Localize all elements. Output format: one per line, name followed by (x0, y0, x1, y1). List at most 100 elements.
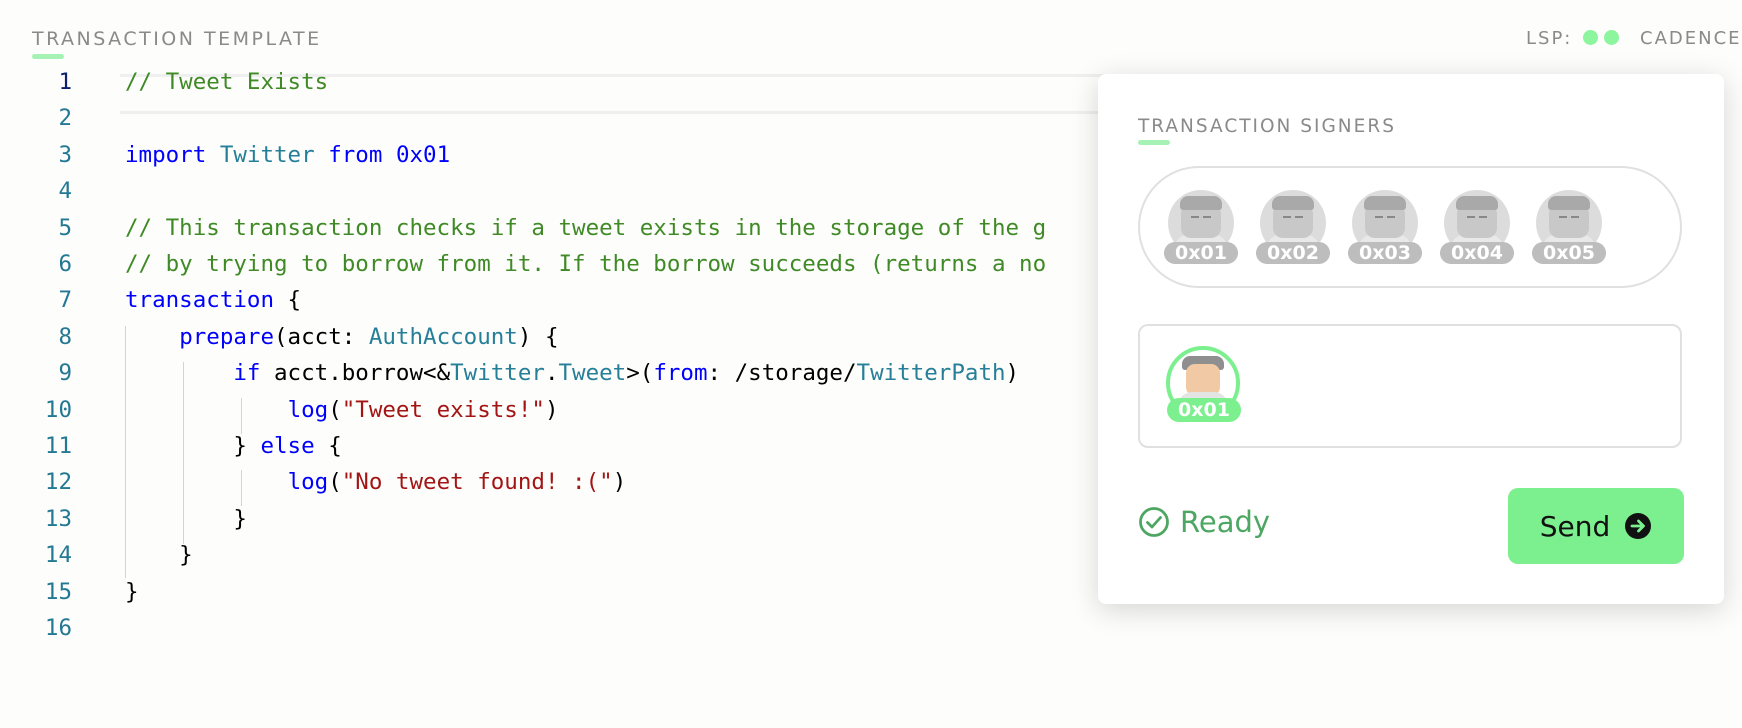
line-number: 11 (44, 433, 72, 459)
avatar-hair (1364, 196, 1406, 210)
code-token: ) (612, 469, 627, 496)
code-token: Tweet (558, 360, 627, 387)
code-token: if (233, 360, 261, 387)
code-content: // by trying to borrow from it. If the b… (125, 246, 1046, 282)
avatar-eye (1387, 216, 1395, 218)
code-token: } (125, 542, 193, 569)
avatar-eye (1559, 216, 1567, 218)
code-token: TwitterPath (856, 360, 1006, 387)
check-circle-icon (1139, 507, 1169, 537)
code-token: // This transaction checks if a tweet ex… (125, 214, 1047, 241)
transaction-signers-panel: TRANSACTION SIGNERS 0x01 0x02 0x03 0x04 0x05… (1098, 74, 1724, 604)
code-token: AuthAccount (368, 323, 518, 350)
code-token: transaction (125, 287, 275, 314)
code-token: from (653, 360, 708, 387)
code-content: // This transaction checks if a tweet ex… (125, 210, 1046, 246)
code-content: prepare(acct: AuthAccount) { (125, 319, 559, 355)
signer-account-3[interactable]: 0x03 (1348, 190, 1422, 266)
selected-signer-avatar[interactable]: 0x01 (1164, 346, 1244, 430)
code-token: } (125, 578, 139, 605)
code-token: { (274, 287, 302, 314)
lsp-status-dot (1583, 30, 1598, 45)
avatar-hair (1272, 196, 1314, 210)
code-content: log("No tweet found! :(") (125, 464, 627, 500)
panel-title-underline (1138, 140, 1170, 145)
selected-signers-box[interactable]: 0x01 (1138, 324, 1682, 448)
code-content: } else { (125, 428, 342, 464)
line-number: 7 (58, 287, 72, 314)
signer-account-2[interactable]: 0x02 (1256, 190, 1330, 266)
code-token: ( (328, 469, 342, 496)
avatar-hair (1180, 196, 1222, 210)
code-token: "No tweet found! :(" (341, 469, 613, 496)
line-number: 6 (58, 251, 72, 277)
line-number: 3 (58, 141, 72, 168)
code-token: Twitter (219, 141, 315, 168)
signer-account-label: 0x04 (1440, 242, 1514, 264)
avatar-eye (1203, 216, 1211, 218)
code-token: "Tweet exists!" (341, 396, 545, 423)
code-token: log (287, 469, 329, 496)
code-content: } (125, 574, 139, 610)
code-token: Twitter (450, 360, 545, 387)
code-content: transaction { (125, 282, 301, 318)
lsp-status-dot (1604, 30, 1619, 45)
avatar-hair (1548, 196, 1590, 210)
code-content: // Tweet Exists (125, 64, 328, 100)
arrow-right-circle-icon (1625, 513, 1652, 539)
avatar-eye (1467, 216, 1475, 218)
code-token: log (287, 396, 329, 423)
line-number: 8 (58, 323, 72, 350)
code-token: ) { (517, 323, 559, 350)
code-token: import (125, 141, 207, 168)
code-token: // by trying to borrow from it. If the b… (125, 251, 1047, 277)
signer-account-5[interactable]: 0x05 (1532, 190, 1606, 266)
selected-signer-label: 0x01 (1167, 398, 1241, 422)
line-number: 9 (58, 360, 72, 387)
code-content: if acct.borrow<&Twitter.Tweet>(from: /st… (125, 355, 1019, 391)
code-content: } (125, 537, 193, 573)
avatar-eye (1479, 216, 1487, 218)
code-token: ( (328, 396, 342, 423)
signer-account-1[interactable]: 0x01 (1164, 190, 1238, 266)
cadence-label: CADENCE (1640, 28, 1742, 49)
code-content: import Twitter from 0x01 (125, 137, 450, 173)
code-token: acct.borrow<& (260, 360, 451, 387)
line-number: 15 (44, 578, 72, 605)
code-token: (acct: (274, 323, 369, 350)
line-number: 16 (44, 615, 72, 641)
signer-account-label: 0x03 (1348, 242, 1422, 264)
avatar-eye (1295, 216, 1303, 218)
line-number: 13 (44, 505, 72, 532)
line-number: 5 (58, 214, 72, 241)
code-token: : /storage/ (707, 360, 857, 387)
code-token: from (328, 141, 383, 168)
signer-account-label: 0x05 (1532, 242, 1606, 264)
send-button-label: Send (1539, 509, 1611, 543)
code-token: ) (1005, 360, 1020, 387)
code-content: log("Tweet exists!") (125, 392, 559, 428)
code-token: . (544, 360, 559, 387)
code-content: } (125, 501, 247, 537)
code-line[interactable]: 16 (0, 610, 1742, 646)
code-token: } (125, 505, 247, 532)
avatar-eye (1191, 216, 1199, 218)
signer-account-label: 0x01 (1164, 242, 1238, 264)
line-number: 10 (44, 396, 72, 423)
code-token: { (314, 433, 342, 459)
title-underline (32, 54, 64, 59)
code-token: >( (626, 360, 654, 387)
signer-account-4[interactable]: 0x04 (1440, 190, 1514, 266)
code-token: // Tweet Exists (125, 69, 329, 95)
send-button[interactable]: Send (1508, 488, 1684, 564)
line-number: 4 (58, 178, 72, 205)
code-token: 0x01 (395, 141, 451, 168)
status-label: Ready (1180, 505, 1271, 539)
